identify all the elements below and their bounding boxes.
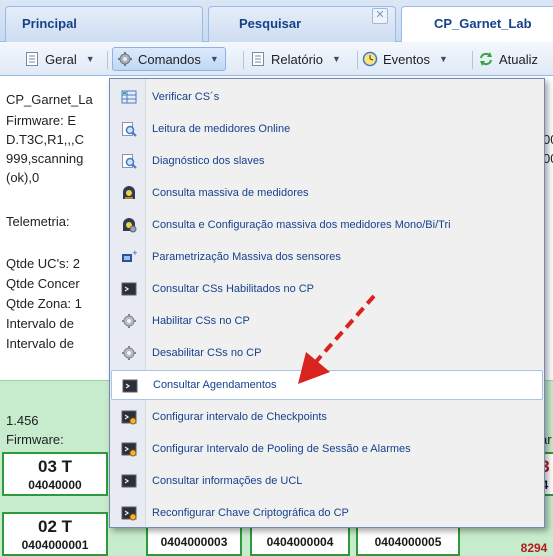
menu-item[interactable]: + Parametrização Massiva dos sensores (111, 242, 543, 272)
geral-label: Geral (45, 51, 77, 67)
gear-icon (121, 313, 137, 329)
tab-principal[interactable]: Principal (5, 6, 203, 43)
device-card[interactable]: 02 T 0404000001 (2, 512, 108, 556)
device-card-id: 0404000004 (266, 535, 334, 549)
gear-icon (121, 345, 137, 361)
meter-config-icon (121, 217, 137, 233)
device-card-id: 0404000005 (374, 535, 442, 549)
tab-principal-label: Principal (22, 16, 77, 31)
device-card[interactable]: 03 T 04040000 (2, 452, 108, 496)
chevron-down-icon: ▼ (438, 54, 448, 64)
toolbar-divider (107, 51, 108, 69)
device-card-id: 0404000001 (21, 538, 89, 552)
tab-strip: Principal Pesquisar ✕ CP_Garnet_Lab (0, 0, 553, 44)
chevron-down-icon: ▼ (332, 54, 341, 64)
annotation-arrow-icon (298, 294, 376, 384)
menu-item-label: Reconfigurar Chave Criptográfica do CP (152, 507, 349, 519)
refresh-icon (478, 51, 494, 67)
svg-text:+: + (132, 249, 137, 257)
panel-firmware-text: Firmware: (6, 432, 64, 447)
menu-item-label: Configurar Intervalo de Pooling de Sessã… (152, 443, 411, 455)
menu-item-label: Consulta e Configuração massiva dos medi… (152, 219, 451, 231)
menu-item[interactable]: Diagnóstico dos slaves (111, 146, 543, 176)
tab-cp-garnet-lab[interactable]: CP_Garnet_Lab (401, 6, 553, 44)
telemetria-text: Telemetria: (6, 214, 70, 229)
info-text: 999,scanning (6, 151, 84, 166)
relatorio-label: Relatório (271, 51, 324, 67)
comandos-button[interactable]: Comandos ▼ (112, 47, 226, 71)
chevron-down-icon: ▼ (85, 54, 95, 64)
terminal-icon (121, 473, 137, 489)
menu-item-label: Verificar CS´s (152, 91, 220, 103)
menu-item[interactable]: Consulta massiva de medidores (111, 178, 543, 208)
menu-item-label: Consultar informações de UCL (152, 475, 303, 487)
menu-item[interactable]: Reconfigurar Chave Criptográfica do CP (111, 498, 543, 528)
toolbar-divider (472, 51, 473, 69)
terminal-gear-icon (121, 441, 137, 457)
menu-item-label: Parametrização Massiva dos sensores (152, 251, 341, 263)
device-card-id: 8294 (520, 541, 548, 555)
menu-item-label: Habilitar CSs no CP (152, 315, 250, 327)
menu-item-label: Leitura de medidores Online (152, 123, 291, 135)
eventos-button[interactable]: Eventos ▼ (358, 47, 454, 71)
atualizar-label: Atualiz (499, 51, 539, 67)
menu-item[interactable]: Consultar informações de UCL (111, 466, 543, 496)
toolbar-divider (243, 51, 244, 69)
menu-item-label: Diagnóstico dos slaves (152, 155, 265, 167)
meter-icon (121, 185, 137, 201)
cp-name-text: CP_Garnet_La (6, 92, 93, 107)
clock-icon (362, 51, 378, 67)
menu-item[interactable]: Leitura de medidores Online (111, 114, 543, 144)
info-text: D.T3C,R1,,,C (6, 132, 85, 147)
magnifier-doc-icon (121, 153, 137, 169)
menu-item-label: Desabilitar CSs no CP (152, 347, 262, 359)
tab-pesquisar-label: Pesquisar (239, 16, 302, 31)
device-card-title: 02 T (37, 517, 73, 536)
menu-item[interactable]: Consulta e Configuração massiva dos medi… (111, 210, 543, 240)
comandos-label: Comandos (138, 51, 201, 67)
panel-value-text: 1.456 (6, 413, 39, 428)
device-card-id: 0404000003 (160, 535, 228, 549)
menu-item-label: Consulta massiva de medidores (152, 187, 309, 199)
menu-item[interactable]: Verificar CS´s (111, 82, 543, 112)
qtde-zona-text: Qtde Zona: 1 (6, 296, 82, 311)
tab-pesquisar[interactable]: Pesquisar (208, 6, 396, 43)
document-icon (24, 51, 40, 67)
chevron-down-icon: ▼ (209, 54, 219, 64)
device-card-title: 03 T (37, 457, 73, 476)
grid-icon (121, 89, 137, 105)
relatorio-button[interactable]: Relatório ▼ (246, 47, 347, 71)
eventos-label: Eventos (383, 51, 430, 67)
tab-cp-garnet-lab-label: CP_Garnet_Lab (434, 16, 532, 31)
geral-button[interactable]: Geral ▼ (20, 47, 101, 71)
device-card-id: 04040000 (28, 478, 82, 492)
menu-item[interactable]: Configurar Intervalo de Pooling de Sessã… (111, 434, 543, 464)
firmware-text: Firmware: E (6, 113, 77, 128)
terminal-icon (122, 378, 138, 394)
terminal-gear-icon (121, 505, 137, 521)
toolbar: Geral ▼ Comandos ▼ Relatório ▼ Eventos ▼… (0, 42, 553, 76)
magnifier-doc-icon (121, 121, 137, 137)
tab-close-icon[interactable]: ✕ (372, 8, 388, 24)
sensor-icon: + (121, 249, 138, 265)
menu-item-label: Consultar Agendamentos (153, 379, 277, 391)
gear-icon (117, 51, 133, 67)
terminal-gear-icon (121, 409, 137, 425)
menu-item[interactable]: Configurar intervalo de Checkpoints (111, 402, 543, 432)
intervalo-text: Intervalo de (6, 316, 74, 331)
qtde-ucs-text: Qtde UC's: 2 (6, 256, 81, 271)
info-text: (ok),0 (6, 170, 40, 185)
atualizar-button[interactable]: Atualiz (474, 47, 544, 71)
terminal-icon (121, 281, 137, 297)
menu-item-label: Configurar intervalo de Checkpoints (152, 411, 327, 423)
intervalo-text: Intervalo de (6, 336, 74, 351)
qtde-concentradores-text: Qtde Concer (6, 276, 80, 291)
report-icon (250, 51, 266, 67)
